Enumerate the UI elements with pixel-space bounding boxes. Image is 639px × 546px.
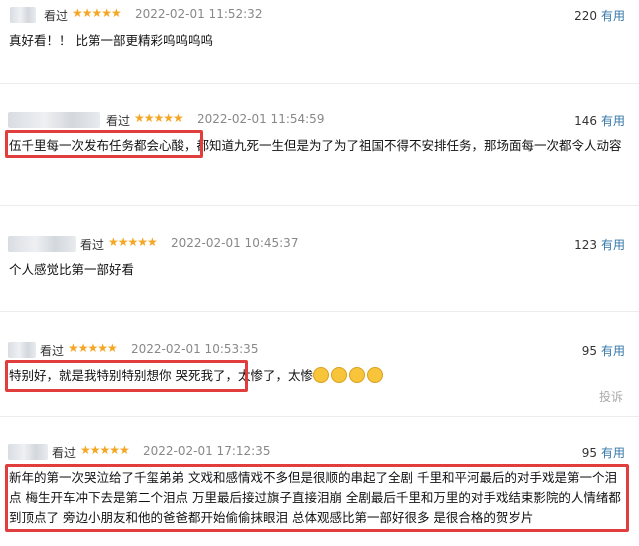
useful-button[interactable]: 有用 xyxy=(601,114,625,128)
review-time: 2022-02-01 10:45:37 xyxy=(171,236,299,250)
review-time: 2022-02-01 11:52:32 xyxy=(135,7,263,21)
useful-count[interactable]: 146 有用 xyxy=(574,112,625,129)
useful-count[interactable]: 95 有用 xyxy=(582,444,625,461)
crying-face-icon xyxy=(313,367,329,383)
highlight-box xyxy=(5,360,248,392)
useful-button[interactable]: 有用 xyxy=(601,344,625,358)
rating-stars: ★★★★★ xyxy=(80,443,130,457)
watch-status: 看过 xyxy=(80,238,105,252)
rating-stars: ★★★★★ xyxy=(108,235,158,249)
report-link[interactable]: 投诉 xyxy=(599,388,623,405)
review-time: 2022-02-01 11:54:59 xyxy=(197,112,325,126)
crying-face-icon xyxy=(367,367,383,383)
useful-count[interactable]: 95 有用 xyxy=(582,342,625,359)
rating-stars: ★★★★★ xyxy=(68,341,118,355)
rating-stars: ★★★★★ xyxy=(72,6,122,20)
review-text-rest: 太惨了，太惨 xyxy=(237,368,313,383)
watch-status: 看过 xyxy=(40,344,65,358)
avatar[interactable] xyxy=(8,444,48,460)
avatar[interactable] xyxy=(10,7,36,23)
review-time: 2022-02-01 17:12:35 xyxy=(143,444,271,458)
useful-button[interactable]: 有用 xyxy=(601,446,625,460)
watch-status: 看过 xyxy=(44,9,69,23)
highlight-box xyxy=(5,464,629,532)
watch-status: 看过 xyxy=(52,446,77,460)
watch-status: 看过 xyxy=(106,114,131,128)
review-text: 个人感觉比第一部好看 xyxy=(9,262,135,277)
useful-count[interactable]: 220 有用 xyxy=(574,7,625,24)
useful-button[interactable]: 有用 xyxy=(601,9,625,23)
avatar[interactable] xyxy=(8,236,76,252)
useful-button[interactable]: 有用 xyxy=(601,238,625,252)
avatar[interactable] xyxy=(8,342,36,358)
divider xyxy=(0,83,639,84)
crying-face-icon xyxy=(331,367,347,383)
review-text: 真好看！！ 比第一部更精彩呜呜呜呜 xyxy=(9,33,213,48)
crying-face-icon xyxy=(349,367,365,383)
highlight-box xyxy=(5,130,203,158)
divider xyxy=(0,311,639,312)
avatar[interactable] xyxy=(8,112,100,128)
review-text-rest: 都知道九死一生但是为了为了祖国不得不安排任务，那场面每一次都令人动容 xyxy=(196,138,622,153)
rating-stars: ★★★★★ xyxy=(134,111,184,125)
useful-count[interactable]: 123 有用 xyxy=(574,236,625,253)
divider xyxy=(0,416,639,417)
divider xyxy=(0,205,639,206)
review-time: 2022-02-01 10:53:35 xyxy=(131,342,259,356)
